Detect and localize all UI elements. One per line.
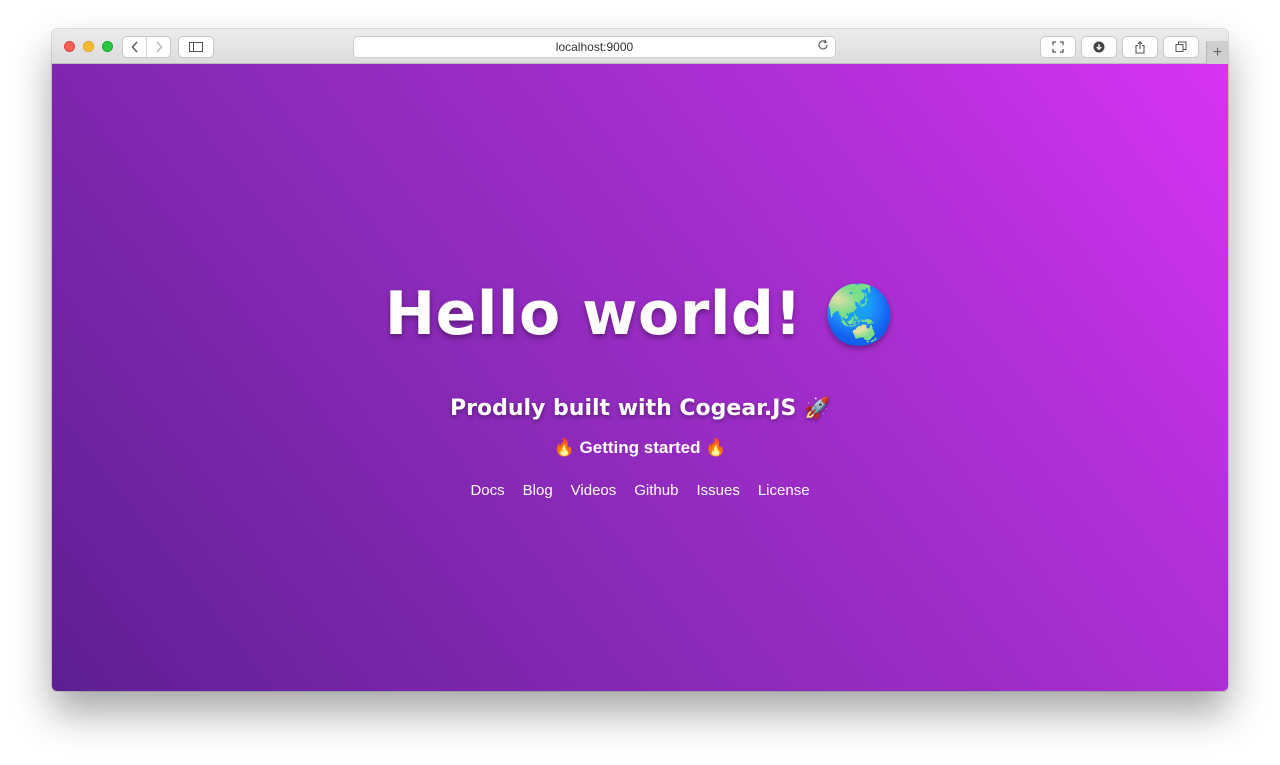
link-videos[interactable]: Videos (571, 481, 617, 501)
browser-window: localhost:9000 + Hello world! 🌏 Produly … (52, 29, 1228, 691)
chevron-left-icon (131, 41, 138, 53)
reload-icon[interactable] (817, 39, 829, 54)
page-subtitle: Produly built with Cogear.JS 🚀 (52, 393, 1228, 424)
tabs-icon (1175, 41, 1187, 52)
chevron-right-icon (155, 41, 162, 53)
fullscreen-icon (1052, 41, 1064, 53)
sidebar-toggle-button[interactable] (179, 37, 213, 57)
nav-links: Docs Blog Videos Github Issues License (52, 481, 1228, 501)
url-text: localhost:9000 (555, 40, 634, 54)
close-window-button[interactable] (64, 41, 75, 52)
new-tab-button[interactable]: + (1206, 41, 1228, 64)
link-docs[interactable]: Docs (470, 481, 504, 501)
browser-toolbar: localhost:9000 + (52, 29, 1228, 64)
page-content: Hello world! 🌏 Produly built with Cogear… (52, 64, 1228, 691)
address-bar[interactable]: localhost:9000 (354, 37, 835, 57)
link-issues[interactable]: Issues (696, 481, 739, 501)
minimize-window-button[interactable] (83, 41, 94, 52)
forward-button[interactable] (146, 37, 170, 57)
page-title: Hello world! 🌏 (52, 279, 1228, 350)
plus-icon: + (1212, 43, 1223, 61)
downloads-button[interactable] (1082, 37, 1116, 57)
globe-icon: 🌏 (823, 282, 896, 348)
subtitle-text: Produly built with Cogear.JS (450, 396, 797, 421)
fullscreen-button[interactable] (1041, 37, 1075, 57)
download-icon (1093, 41, 1105, 53)
fire-icon: 🔥 (553, 438, 575, 457)
link-license[interactable]: License (758, 481, 810, 501)
fire-icon: 🔥 (705, 438, 727, 457)
getting-started-label: Getting started (579, 438, 701, 457)
navigation-buttons (123, 37, 170, 57)
sidebar-icon (189, 42, 203, 52)
share-icon (1135, 40, 1145, 54)
back-button[interactable] (123, 37, 146, 57)
title-text: Hello world! (384, 279, 803, 349)
link-blog[interactable]: Blog (523, 481, 553, 501)
share-button[interactable] (1123, 37, 1157, 57)
getting-started-link[interactable]: 🔥 Getting started 🔥 (52, 436, 1228, 460)
link-github[interactable]: Github (634, 481, 678, 501)
maximize-window-button[interactable] (102, 41, 113, 52)
tabs-overview-button[interactable] (1164, 37, 1198, 57)
rocket-icon: 🚀 (803, 396, 830, 420)
